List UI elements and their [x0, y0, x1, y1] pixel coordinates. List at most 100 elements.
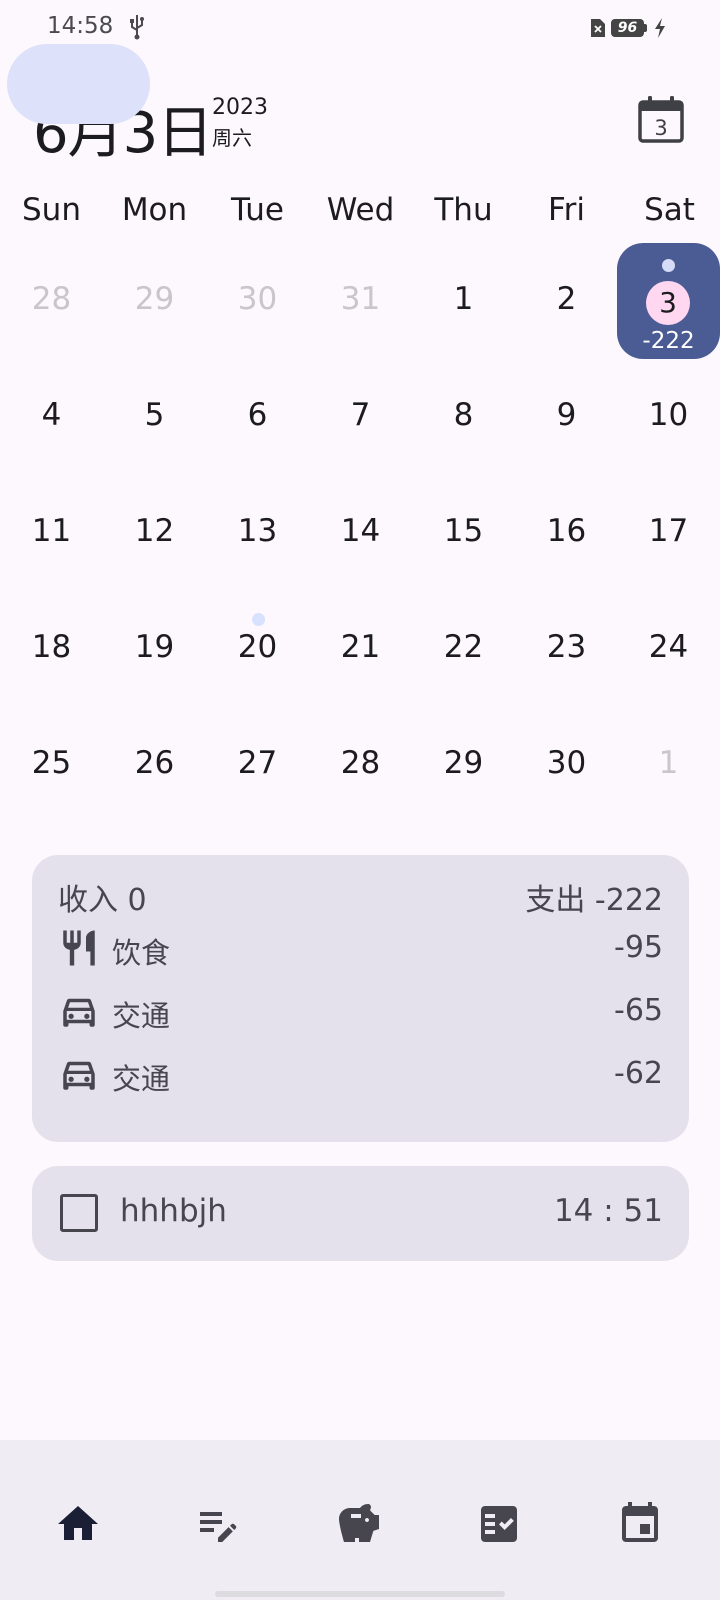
day-number: 1	[453, 281, 474, 317]
day-cell[interactable]: 18	[0, 591, 103, 707]
day-cell[interactable]: 8	[412, 359, 515, 475]
transaction-amount: -95	[614, 930, 663, 965]
day-number: 21	[340, 629, 381, 665]
day-number: 16	[546, 513, 587, 549]
day-cell[interactable]: 19	[103, 591, 206, 707]
day-number: 29	[443, 745, 484, 781]
day-number: 13	[237, 513, 278, 549]
day-cell[interactable]: 30	[515, 707, 618, 823]
event-dot	[662, 259, 675, 272]
transaction-row[interactable]: 饮食 -95	[58, 925, 663, 973]
day-number: 14	[340, 513, 381, 549]
day-cell[interactable]: 1	[617, 707, 720, 823]
day-cell[interactable]: 20	[206, 591, 309, 707]
edit-note-icon	[200, 1512, 237, 1542]
day-number: 8	[453, 397, 474, 433]
day-cell[interactable]: 4	[0, 359, 103, 475]
day-number: 15	[443, 513, 484, 549]
day-cell[interactable]: 28	[0, 243, 103, 359]
piggy-bank-icon	[339, 1504, 379, 1542]
weekday-label: Fri	[548, 192, 585, 228]
nav-calendar[interactable]	[570, 1484, 710, 1564]
todo-checkbox[interactable]	[60, 1194, 98, 1232]
day-number: 30	[237, 281, 278, 317]
day-cell[interactable]: 12	[103, 475, 206, 591]
day-cell[interactable]: 14	[309, 475, 412, 591]
day-cell[interactable]: 23	[515, 591, 618, 707]
day-number: 22	[443, 629, 484, 665]
day-cell[interactable]: 9	[515, 359, 618, 475]
day-cell[interactable]: 29	[103, 243, 206, 359]
day-number: 6	[247, 397, 268, 433]
day-cell[interactable]: 10	[617, 359, 720, 475]
today-button[interactable]: 3	[638, 95, 686, 145]
transaction-row[interactable]: 交通 -62	[58, 1051, 663, 1099]
weekday-label: Thu	[434, 192, 493, 228]
day-cell[interactable]: 2	[515, 243, 618, 359]
weekday-label: Sat	[644, 192, 695, 228]
car-icon	[63, 998, 95, 1027]
day-number: 23	[546, 629, 587, 665]
battery-level: 96	[617, 20, 638, 36]
sim-missing-icon	[591, 19, 605, 37]
nav-budget[interactable]	[289, 1484, 429, 1564]
day-cell[interactable]: 15	[412, 475, 515, 591]
summary-card: 收入 0 支出 -222 饮食 -95 交通 -65 交通 -62	[32, 855, 689, 1142]
usb-icon	[130, 15, 144, 40]
day-number: 5	[144, 397, 165, 433]
day-cell[interactable]: 25	[0, 707, 103, 823]
day-cell[interactable]: 13	[206, 475, 309, 591]
transaction-category: 交通	[112, 999, 171, 1033]
calendar-icon	[622, 1502, 658, 1542]
transaction-category: 饮食	[112, 936, 171, 970]
day-cell[interactable]: 6	[206, 359, 309, 475]
day-cell[interactable]: 28	[309, 707, 412, 823]
day-cell[interactable]: 7	[309, 359, 412, 475]
day-cell[interactable]: 11	[0, 475, 103, 591]
day-cell[interactable]: 16	[515, 475, 618, 591]
day-cell[interactable]: 31	[309, 243, 412, 359]
selected-day-number: 3	[646, 281, 690, 325]
nav-home[interactable]	[8, 1484, 148, 1564]
nav-records[interactable]	[148, 1484, 288, 1564]
selected-day-amount: -222	[642, 328, 695, 354]
day-number: 30	[546, 745, 587, 781]
day-number: 25	[31, 745, 72, 781]
charging-bolt-icon	[655, 18, 665, 38]
transaction-amount: -65	[614, 993, 663, 1028]
day-cell[interactable]: 29	[412, 707, 515, 823]
day-number: 12	[134, 513, 175, 549]
day-cell[interactable]: 26	[103, 707, 206, 823]
nav-active-indicator	[7, 44, 150, 124]
transaction-amount: -62	[614, 1056, 663, 1091]
transaction-row[interactable]: 交通 -65	[58, 988, 663, 1036]
event-dot	[252, 613, 265, 626]
day-number: 27	[237, 745, 278, 781]
day-cell[interactable]: 17	[617, 475, 720, 591]
day-cell[interactable]: 27	[206, 707, 309, 823]
day-number: 28	[31, 281, 72, 317]
battery-icon: 96	[611, 17, 647, 39]
day-cell[interactable]: 22	[412, 591, 515, 707]
day-cell[interactable]: 5	[103, 359, 206, 475]
todo-title: hhhbjh	[120, 1193, 227, 1229]
day-number: 26	[134, 745, 175, 781]
weekday-label: Mon	[121, 192, 188, 228]
day-number: 18	[31, 629, 72, 665]
todo-time: 14 : 51	[553, 1193, 663, 1229]
todo-item[interactable]: hhhbjh 14 : 51	[32, 1166, 689, 1261]
header-weekday: 周六	[212, 126, 252, 150]
checklist-icon	[481, 1506, 517, 1542]
day-cell[interactable]: 21	[309, 591, 412, 707]
day-cell[interactable]: 30	[206, 243, 309, 359]
weekday-label: Wed	[326, 192, 395, 228]
calendar-today-icon: 3	[638, 96, 684, 143]
weekday-label: Sun	[22, 192, 81, 228]
weekday-label: Tue	[231, 192, 284, 228]
day-cell[interactable]: 1	[412, 243, 515, 359]
nav-todo[interactable]	[429, 1484, 569, 1564]
day-cell[interactable]: 24	[617, 591, 720, 707]
income-total: 收入 0	[58, 883, 147, 918]
day-number: 28	[340, 745, 381, 781]
header-year: 2023	[212, 95, 268, 120]
